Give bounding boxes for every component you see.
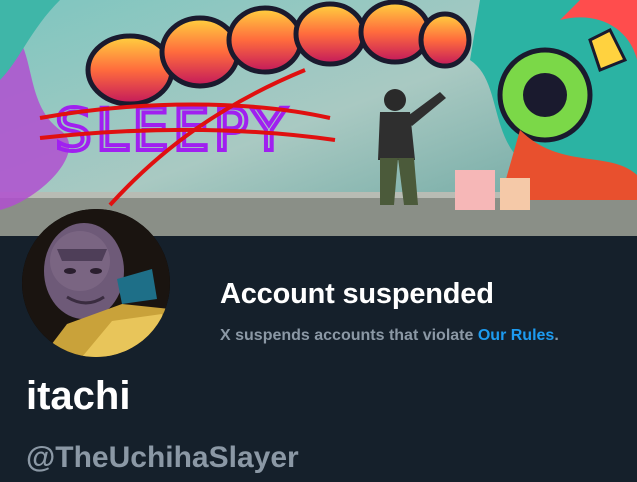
profile-display-name: itachi bbox=[26, 374, 131, 418]
profile-banner[interactable]: SLEEPY bbox=[0, 0, 637, 236]
profile-handle: @TheUchihaSlayer bbox=[26, 441, 299, 474]
account-suspended-message: X suspends accounts that violate Our Rul… bbox=[220, 327, 559, 345]
profile-avatar[interactable] bbox=[22, 209, 170, 357]
account-suspended-title: Account suspended bbox=[220, 278, 494, 310]
banner-graffiti-image: SLEEPY bbox=[0, 0, 637, 236]
suspension-message-text: X suspends accounts that violate bbox=[220, 327, 478, 344]
profile-avatar-icon bbox=[22, 209, 170, 357]
our-rules-link[interactable]: Our Rules bbox=[478, 327, 554, 344]
suspension-message-period: . bbox=[554, 327, 559, 344]
